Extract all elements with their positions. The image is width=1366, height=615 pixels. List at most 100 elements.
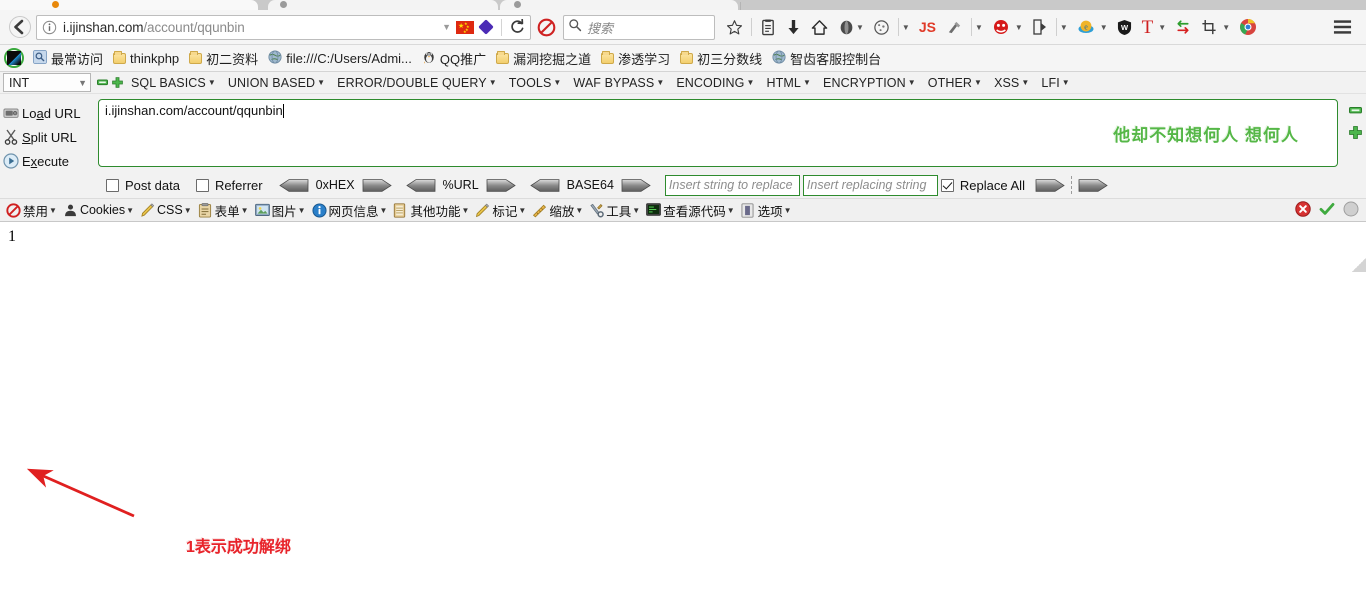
base64-encode-button[interactable] (621, 178, 651, 192)
chevron-down-icon[interactable]: ▼ (902, 23, 914, 32)
replace-all-checkbox[interactable] (940, 178, 954, 192)
bookmark-zhichi-console[interactable]: 智齿客服控制台 (767, 47, 886, 69)
browser-tab[interactable] (500, 0, 738, 10)
wd-disable-menu[interactable]: 禁用 ▼ (3, 199, 60, 221)
url-encode-button[interactable] (486, 178, 516, 192)
chevron-down-icon[interactable]: ▼ (975, 23, 987, 32)
cookie-manager-icon[interactable] (868, 14, 895, 40)
bookmark-pentest-study[interactable]: 渗透学习 (596, 47, 675, 69)
menu-html[interactable]: HTML ▼ (761, 73, 817, 93)
address-bar[interactable]: i.ijinshan.com/account/qqunbin ▼ ★ ★ ★ ★… (36, 14, 531, 40)
bookmark-grade2-materials[interactable]: 初二资料 (184, 47, 263, 69)
back-button[interactable] (6, 13, 34, 41)
tab-strip[interactable] (0, 0, 1366, 10)
request-textarea[interactable]: i.ijinshan.com/account/qqunbin 他却不知想何人 想… (98, 99, 1338, 167)
menu-other[interactable]: OTHER ▼ (922, 73, 988, 93)
menu-union-based[interactable]: UNION BASED ▼ (222, 73, 331, 93)
menu-error-double-query[interactable]: ERROR/DOUBLE QUERY ▼ (331, 73, 503, 93)
globe-icon (268, 49, 282, 67)
chevron-down-icon[interactable]: ▼ (1060, 23, 1072, 32)
search-bar[interactable]: 搜索 (563, 14, 715, 40)
bookmark-grade3-scoreline[interactable]: 初三分数线 (675, 47, 767, 69)
search-input[interactable]: 搜索 (587, 18, 613, 37)
autocomplete-caret-icon[interactable]: ▼ (440, 22, 456, 32)
proxy-switch-icon[interactable] (1170, 14, 1196, 40)
increase-font-button[interactable] (1348, 126, 1362, 139)
chevron-down-icon[interactable]: ▼ (1222, 23, 1234, 32)
sqli-type-select[interactable]: INT ▼ (3, 73, 91, 92)
browser-tab[interactable] (0, 0, 258, 10)
wd-css-menu[interactable]: CSS ▼ (137, 199, 195, 221)
downloads-icon[interactable] (781, 14, 806, 40)
url-decode-button[interactable] (405, 178, 436, 192)
menu-waf-bypass[interactable]: WAF BYPASS ▼ (567, 73, 670, 93)
post-data-checkbox[interactable] (106, 178, 119, 192)
wd-cookies-menu[interactable]: Cookies ▼ (60, 199, 137, 221)
split-url-button[interactable]: Split URL (0, 125, 98, 149)
menu-encryption[interactable]: ENCRYPTION ▼ (817, 73, 922, 93)
ie-tab-icon[interactable]: e (1072, 14, 1100, 40)
replace-apply-button[interactable] (1035, 178, 1065, 192)
reload-button[interactable] (506, 19, 528, 35)
add-tab-button[interactable] (112, 77, 123, 88)
wd-misc-menu[interactable]: 其他功能 ▼ (390, 199, 472, 221)
error-count-icon[interactable] (1295, 200, 1311, 220)
reading-list-icon[interactable] (755, 14, 781, 40)
execute-button[interactable]: Execute (0, 149, 98, 173)
hackbar-caret-icon[interactable]: ▼ (1015, 23, 1027, 32)
proxy-gem-icon[interactable] (478, 19, 494, 35)
site-info-icon[interactable] (41, 19, 58, 36)
wd-forms-menu[interactable]: 表单 ▼ (195, 199, 252, 221)
wd-view-source-menu[interactable]: 查看源代码 ▼ (643, 199, 737, 221)
bookmark-most-visited[interactable]: 最常访问 (28, 47, 108, 69)
idle-indicator-icon[interactable] (1343, 201, 1359, 220)
referrer-checkbox[interactable] (195, 178, 209, 192)
hex-encode-button[interactable] (362, 178, 392, 192)
noscript-button[interactable] (531, 18, 561, 37)
wd-page-info-menu[interactable]: 网页信息 ▼ (309, 199, 391, 221)
firebug-caret-icon[interactable]: ▼ (856, 23, 868, 32)
menu-encoding[interactable]: ENCODING ▼ (670, 73, 760, 93)
text-tool-icon[interactable]: T (1137, 14, 1159, 40)
bookmark-vuln-mining[interactable]: 漏洞挖掘之道 (491, 47, 596, 69)
wd-tools-menu[interactable]: 工具 ▼ (586, 199, 643, 221)
replace-apply-all-button[interactable] (1078, 178, 1108, 192)
text-tool-caret-icon[interactable]: ▼ (1158, 23, 1170, 32)
bookmark-star-icon[interactable] (721, 14, 748, 40)
bookmark-local-file[interactable]: file:///C:/Users/Admi... (263, 47, 417, 69)
menu-xss[interactable]: XSS ▼ (988, 73, 1035, 93)
hex-decode-button[interactable] (278, 178, 309, 192)
javascript-toggle-icon[interactable]: JS (914, 14, 941, 40)
browser-tab[interactable] (268, 0, 498, 10)
bookmark-thinkphp[interactable]: thinkphp (108, 47, 184, 69)
wappalyzer-icon[interactable] (941, 14, 968, 40)
chrome-launch-icon[interactable] (1234, 14, 1262, 40)
wd-options-menu[interactable]: 选项 ▼ (738, 199, 795, 221)
ie-tab-caret-icon[interactable]: ▼ (1100, 23, 1112, 32)
wd-images-menu[interactable]: 图片 ▼ (252, 199, 309, 221)
chevron-down-icon: ▼ (183, 205, 192, 215)
tamper-data-icon[interactable] (1027, 14, 1053, 40)
menu-tools[interactable]: TOOLS ▼ (503, 73, 568, 93)
decrease-font-button[interactable] (1348, 104, 1362, 117)
replace-search-input[interactable]: Insert string to replace (664, 174, 800, 196)
bookmark-qq-promo[interactable]: QQ推广 (417, 47, 491, 69)
replace-with-input[interactable]: Insert replacing string (802, 174, 938, 196)
base64-decode-button[interactable] (529, 178, 560, 192)
screenshot-crop-icon[interactable] (1196, 14, 1222, 40)
wd-resize-menu[interactable]: 缩放 ▼ (529, 199, 586, 221)
remove-tab-button[interactable] (97, 77, 108, 88)
china-flag-icon[interactable]: ★ ★ ★ ★ ★ (456, 20, 474, 34)
home-icon[interactable] (806, 14, 833, 40)
menu-hamburger-icon[interactable] (1328, 14, 1360, 40)
dark-reader-swatch[interactable] (4, 48, 24, 68)
wd-outline-menu[interactable]: 标记 ▼ (472, 199, 529, 221)
adblock-shield-icon[interactable]: W (1112, 14, 1137, 40)
firebug-icon[interactable] (833, 14, 856, 40)
menu-sql-basics[interactable]: SQL BASICS ▼ (125, 73, 222, 93)
menu-lfi[interactable]: LFI ▼ (1035, 73, 1075, 93)
validation-ok-icon[interactable] (1319, 201, 1335, 220)
options-icon (741, 202, 756, 218)
hackbar-icon[interactable] (987, 14, 1015, 40)
load-url-button[interactable]: Load URL (0, 101, 98, 125)
